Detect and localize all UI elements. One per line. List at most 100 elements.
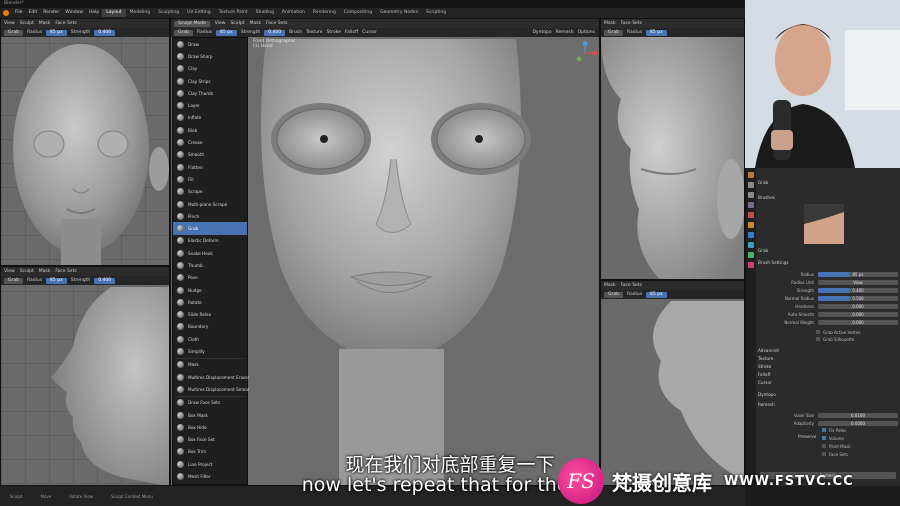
dyntopo-menu[interactable]: Dyntopo — [532, 30, 551, 35]
brush-item-multires-displacement-eraser[interactable]: Multires Displacement Eraser — [173, 371, 250, 383]
cursor-menu[interactable]: Cursor — [362, 30, 377, 35]
scene-tab-icon[interactable] — [748, 202, 754, 208]
brush-item-boundary[interactable]: Boundary — [173, 321, 247, 333]
workspace-tab-layout[interactable]: Layout — [102, 9, 126, 17]
object-tab-icon[interactable] — [748, 222, 754, 228]
workspace-tab-compositing[interactable]: Compositing — [340, 9, 376, 17]
menu-window[interactable]: Window — [62, 8, 86, 18]
property-value[interactable]: 0.400 — [818, 287, 898, 293]
viewport-top-right[interactable]: Mask Face Sets Grab Radius 85 px — [600, 18, 745, 280]
property-value[interactable]: 0.000 — [818, 303, 898, 309]
blender-logo-icon[interactable] — [3, 10, 9, 16]
mode-selector[interactable]: Sculpt Mode — [174, 20, 210, 27]
view-menu[interactable]: View — [4, 269, 15, 274]
workspace-tab-rendering[interactable]: Rendering — [309, 9, 340, 17]
brush-item-multires-displacement-smear[interactable]: Multires Displacement Smear — [173, 383, 250, 395]
menu-file[interactable]: File — [12, 8, 26, 18]
brush-item-blob[interactable]: Blob — [173, 124, 247, 136]
brush-item-slide-relax[interactable]: Slide Relax — [173, 309, 247, 321]
checkbox-box[interactable] — [816, 330, 820, 334]
brush-preview[interactable] — [804, 204, 844, 244]
brush-item-mask[interactable]: Mask — [173, 359, 247, 371]
texture-section[interactable]: Texture — [758, 356, 773, 361]
sculpt-menu[interactable]: Sculpt — [230, 21, 244, 26]
brush-field[interactable]: Grab — [604, 29, 623, 36]
brush-item-clay-strips[interactable]: Clay Strips — [173, 75, 247, 87]
brush-item-multi-plane-scrape[interactable]: Multi-plane Scrape — [173, 198, 247, 210]
workspace-tab-animation[interactable]: Animation — [278, 9, 309, 17]
mask-menu[interactable]: Mask — [604, 21, 616, 26]
brush-item-rotate[interactable]: Rotate — [173, 296, 247, 308]
remesh-menu[interactable]: Remesh — [556, 30, 574, 35]
brush-dropdown[interactable]: Draw Draw Sharp Clay Clay Strips Clay Thumb L… — [172, 37, 250, 485]
workspace-tab-uv-editing[interactable]: UV Editing — [183, 9, 214, 17]
brush-item-pinch[interactable]: Pinch — [173, 210, 247, 222]
face-sets-menu[interactable]: Face Sets — [266, 21, 287, 26]
radius-field[interactable]: 85 px — [46, 29, 67, 36]
workspace-tab-scripting[interactable]: Scripting — [422, 9, 450, 17]
mask-menu[interactable]: Mask — [250, 21, 262, 26]
dyntopo-section[interactable]: Dyntopo — [758, 392, 776, 397]
brush-menu[interactable]: Brush — [289, 30, 302, 35]
viewport-top-left[interactable]: View Sculpt Mask Face Sets Grab Radius 8… — [0, 18, 170, 266]
brush-item-thumb[interactable]: Thumb — [173, 259, 247, 271]
world-tab-icon[interactable] — [748, 212, 754, 218]
brush-item-box-hide[interactable]: Box Hide — [173, 421, 247, 433]
workspace-tab-sculpting[interactable]: Sculpting — [154, 9, 183, 17]
brush-item-draw-sharp[interactable]: Draw Sharp — [173, 50, 247, 62]
property-value[interactable]: 0.0100 — [818, 412, 898, 418]
remesh-check-volume[interactable]: Volume — [758, 435, 898, 441]
output-tab-icon[interactable] — [748, 192, 754, 198]
brush-item-layer[interactable]: Layer — [173, 99, 247, 111]
brush-item-box-face-set[interactable]: Box Face Set — [173, 434, 247, 446]
brush-item-draw-face-sets[interactable]: Draw Face Sets — [173, 397, 247, 409]
modifier-tab-icon[interactable] — [748, 232, 754, 238]
menu-render[interactable]: Render — [40, 8, 62, 18]
strength-field[interactable]: 0.400 — [94, 29, 116, 36]
brush-item-nudge[interactable]: Nudge — [173, 284, 247, 296]
property-value[interactable]: 85 px — [818, 271, 898, 277]
sculpt-menu[interactable]: Sculpt — [20, 269, 34, 274]
brush-field[interactable]: Grab — [4, 277, 23, 284]
stroke-menu[interactable]: Stroke — [327, 30, 341, 35]
brush-item-smooth[interactable]: Smooth — [173, 149, 247, 161]
brush-item-cloth[interactable]: Cloth — [173, 333, 247, 345]
radius-field[interactable]: 85 px — [646, 29, 667, 36]
tool-tab-icon[interactable] — [748, 172, 754, 178]
brush-item-flatten[interactable]: Flatten — [173, 161, 247, 173]
view-menu[interactable]: View — [215, 21, 226, 26]
falloff-menu[interactable]: Falloff — [345, 30, 358, 35]
brush-item-clay-thumb[interactable]: Clay Thumb — [173, 87, 247, 99]
remesh-section[interactable]: Remesh — [758, 402, 775, 407]
radius-field[interactable]: 85 px — [46, 277, 67, 284]
brush-field[interactable]: Grab — [604, 291, 623, 298]
brush-settings-section[interactable]: Brush Settings — [758, 260, 789, 265]
brush-item-simplify[interactable]: Simplify — [173, 345, 247, 357]
brush-field[interactable]: Grab — [4, 29, 23, 36]
navigation-gizmo-icon[interactable] — [573, 41, 597, 65]
face-sets-menu[interactable]: Face Sets — [55, 21, 76, 26]
strength-field[interactable]: 0.400 — [94, 277, 116, 284]
texture-menu[interactable]: Texture — [306, 30, 322, 35]
checkbox-box[interactable] — [822, 436, 826, 440]
material-tab-icon[interactable] — [748, 262, 754, 268]
view-menu[interactable]: View — [4, 21, 15, 26]
workspace-tab-geometry-nodes[interactable]: Geometry Nodes — [376, 9, 422, 17]
brush-item-clay[interactable]: Clay — [173, 63, 247, 75]
checkbox-box[interactable] — [822, 444, 826, 448]
brush-item-fill[interactable]: Fill — [173, 173, 247, 185]
checkbox-grab-silhouette[interactable]: Grab Silhouette — [758, 336, 898, 342]
brush-item-elastic-deform[interactable]: Elastic Deform — [173, 235, 247, 247]
workspace-tab-modeling[interactable]: Modeling — [126, 9, 154, 17]
brush-item-grab[interactable]: Grab — [173, 222, 247, 235]
brush-item-snake-hook[interactable]: Snake Hook — [173, 247, 247, 259]
face-sets-menu[interactable]: Face Sets — [621, 283, 642, 288]
remesh-check-fix-poles[interactable]: Fix Poles — [758, 427, 898, 433]
mask-menu[interactable]: Mask — [39, 269, 51, 274]
render-tab-icon[interactable] — [748, 182, 754, 188]
property-value[interactable]: 0.000 — [818, 319, 898, 325]
falloff-section[interactable]: Falloff — [758, 372, 770, 377]
checkbox-box[interactable] — [816, 337, 820, 341]
data-tab-icon[interactable] — [748, 252, 754, 258]
advanced-section[interactable]: Advanced — [758, 348, 779, 353]
